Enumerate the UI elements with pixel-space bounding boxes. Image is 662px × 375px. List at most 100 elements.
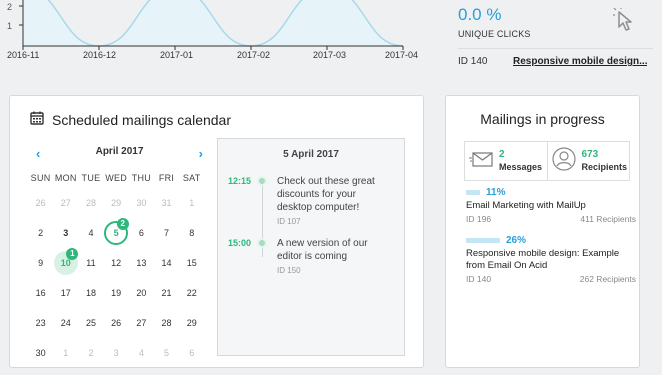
day-number: 3 xyxy=(63,228,69,238)
day-number: 15 xyxy=(186,258,197,268)
calendar-day[interactable]: 5 xyxy=(154,338,179,368)
calendar-day[interactable]: 27 xyxy=(53,188,78,218)
calendar-day[interactable]: 7 xyxy=(154,218,179,248)
calendar-day[interactable]: 11 xyxy=(78,248,103,278)
calendar-day[interactable]: 12 xyxy=(104,248,129,278)
calendar-day[interactable]: 30 xyxy=(129,188,154,218)
recipients-count: 673 xyxy=(581,149,599,160)
day-number: 16 xyxy=(35,288,46,298)
day-number: 21 xyxy=(161,288,172,298)
calendar-day[interactable]: 13 xyxy=(129,248,154,278)
calendar-title: Scheduled mailings calendar xyxy=(52,111,231,128)
calendar-day[interactable]: 24 xyxy=(53,308,78,338)
x-tick-label: 2016-12 xyxy=(83,50,117,60)
mailing-id: ID 140 xyxy=(466,274,492,284)
day-number: 7 xyxy=(164,228,170,238)
calendar-day[interactable]: 21 xyxy=(154,278,179,308)
day-number: 25 xyxy=(85,318,96,328)
progress-percent: 11% xyxy=(486,186,506,198)
calendar-day[interactable]: 8 xyxy=(179,218,204,248)
calendar-day[interactable]: 2 xyxy=(78,338,103,368)
month-label: April 2017 xyxy=(95,146,144,157)
day-number: 2 xyxy=(88,348,94,358)
calendar-header: ‹ April 2017 › xyxy=(28,146,211,164)
calendar-day[interactable]: 10 1 xyxy=(53,248,79,278)
day-number: 4 xyxy=(88,228,94,238)
calendar-day[interactable]: 29 xyxy=(179,308,204,338)
calendar-day[interactable]: 22 xyxy=(179,278,204,308)
timeline-event[interactable]: 12:15 Check out these great discounts fo… xyxy=(228,175,377,228)
calendar-day[interactable]: 26 xyxy=(28,188,53,218)
calendar-day[interactable]: 17 xyxy=(53,278,78,308)
y-tick-label: 1 xyxy=(7,21,13,31)
calendar-day[interactable]: 4 xyxy=(129,338,154,368)
calendar-day[interactable]: 18 xyxy=(78,278,103,308)
timeline-dot xyxy=(257,238,267,248)
day-number: 1 xyxy=(63,348,69,358)
calendar-day[interactable]: 30 xyxy=(28,338,53,368)
progress-bar xyxy=(466,237,500,243)
progress-item[interactable]: 11% Email Marketing with MailUp ID 196 4… xyxy=(466,186,636,224)
calendar-day[interactable]: 27 xyxy=(129,308,154,338)
calendar-day[interactable]: 23 xyxy=(28,308,53,338)
calendar-day[interactable]: 3 xyxy=(104,338,129,368)
day-number: 30 xyxy=(35,348,46,358)
messages-count-box: 2 Messages xyxy=(465,142,547,180)
calendar-day[interactable]: 25 xyxy=(78,308,103,338)
recipients-label: Recipients xyxy=(581,162,628,172)
calendar-day[interactable]: 52 xyxy=(104,218,129,248)
calendar-day[interactable]: 3 xyxy=(53,218,78,248)
calendar-day[interactable]: 19 xyxy=(104,278,129,308)
weekday-label: TUE xyxy=(81,173,101,183)
mailing-recipients: 262 Recipients xyxy=(579,274,636,284)
panel-title: Scheduled mailings calendar xyxy=(30,111,231,128)
calendar-day[interactable]: 9 xyxy=(28,248,53,278)
calendar-day[interactable]: 1 xyxy=(53,338,78,368)
mailing-link[interactable]: Responsive mobile design... xyxy=(513,56,647,67)
calendar-day[interactable]: 26 xyxy=(104,308,129,338)
calendar-day[interactable]: 20 xyxy=(129,278,154,308)
weekday-label: WED xyxy=(105,173,128,183)
day-number: 22 xyxy=(186,288,197,298)
progress-item[interactable]: 26% Responsive mobile design: Example fr… xyxy=(466,234,636,284)
calendar-day[interactable]: 28 xyxy=(154,308,179,338)
timeline-event[interactable]: 15:00 A new version of our editor is com… xyxy=(228,237,377,277)
calendar-day[interactable]: 2 xyxy=(28,218,53,248)
messages-count: 2 xyxy=(499,149,505,160)
calendar-day[interactable]: 15 xyxy=(179,248,204,278)
day-number: 17 xyxy=(60,288,71,298)
calendar-day[interactable]: 14 xyxy=(154,248,179,278)
prev-month-button[interactable]: ‹ xyxy=(36,146,40,161)
mailing-title: Email Marketing with MailUp xyxy=(466,200,586,211)
calendar-day[interactable]: 1 xyxy=(179,188,204,218)
x-tick-label: 2017-01 xyxy=(160,50,194,60)
user-icon xyxy=(551,146,576,176)
day-number: 5 xyxy=(164,348,170,358)
calendar-grid: SUN MON TUE WED THU FRI SAT 26 27 28 29 30 31 1 2 3 4 5 2 6… xyxy=(28,168,211,368)
weekday-label: THU xyxy=(131,173,152,183)
event-id: ID 150 xyxy=(277,266,301,275)
scheduled-calendar-panel: Scheduled mailings calendar ‹ April 2017… xyxy=(9,95,424,368)
mailing-row: ID 140 Responsive mobile design... xyxy=(458,48,653,67)
calendar-day[interactable]: 16 xyxy=(28,278,53,308)
calendar-day[interactable]: 28 xyxy=(78,188,103,218)
day-number: 9 xyxy=(38,258,44,268)
day-number: 26 xyxy=(35,198,46,208)
calendar-day[interactable]: 31 xyxy=(154,188,179,218)
progress-bar xyxy=(466,189,480,195)
calendar-day[interactable]: 6 xyxy=(179,338,204,368)
day-number: 6 xyxy=(138,228,144,238)
calendar-day[interactable]: 4 xyxy=(78,218,103,248)
clicks-chart: 2 1 2016-11 2016-12 2017-01 2017-02 2017… xyxy=(0,0,425,70)
day-number: 31 xyxy=(161,198,172,208)
detail-date: 5 April 2017 xyxy=(283,149,339,160)
day-number: 12 xyxy=(111,258,122,268)
next-month-button[interactable]: › xyxy=(199,146,203,161)
panel-title: Mailings in progress xyxy=(480,111,605,127)
mailing-title: Responsive mobile design: Example from E… xyxy=(466,248,620,271)
day-number: 2 xyxy=(38,228,44,238)
calendar-day[interactable]: 6 xyxy=(129,218,154,248)
event-time: 12:15 xyxy=(228,176,252,186)
day-number: 27 xyxy=(60,198,71,208)
calendar-day[interactable]: 29 xyxy=(104,188,129,218)
